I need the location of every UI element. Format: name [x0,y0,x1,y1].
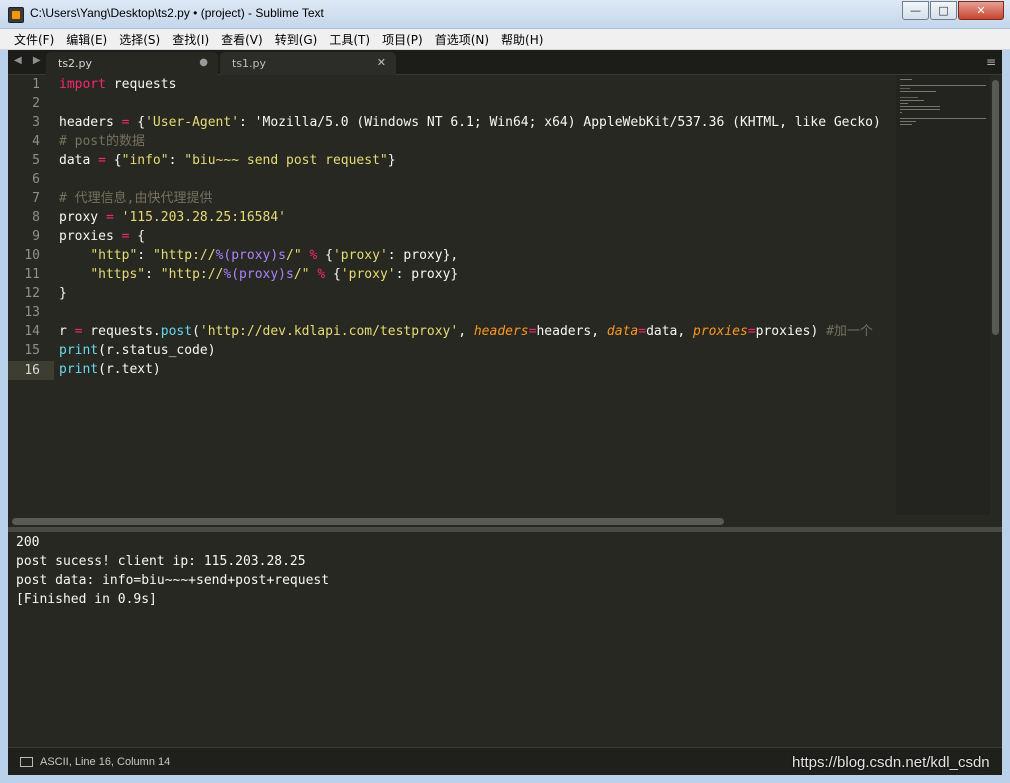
code-line: import requests [59,77,177,92]
code-line: # 代理信息,由快代理提供 [59,191,213,206]
code-line: print(r.text) [59,362,161,377]
code-line: "http": "http://%(proxy)s/" % {'proxy': … [90,248,459,263]
minimap-line [900,118,986,119]
line-number-gutter: 1 2 3 4 5 6 7 8 9 10 11 12 13 14 15 16 [8,75,54,515]
minimap-line [900,97,918,98]
minimap-line [900,88,910,89]
minimap[interactable] [896,75,990,515]
line-number: 11 [24,267,40,282]
close-button[interactable]: ✕ [958,1,1004,20]
line-number: 14 [24,324,40,339]
line-number: 2 [32,96,40,111]
tab-bar: ◀ ▶ ts2.py ● ts1.py ✕ ≡ [8,50,1002,75]
window-title: C:\Users\Yang\Desktop\ts2.py • (project)… [30,6,324,20]
code-line: proxy = '115.203.28.25:16584' [59,210,286,225]
minimize-button[interactable]: — [902,1,929,20]
line-number: 15 [24,343,40,358]
minimap-line [900,106,940,107]
code-line: r = requests.post('http://dev.kdlapi.com… [59,324,873,339]
code-line: headers = {'User-Agent': 'Mozilla/5.0 (W… [59,115,881,130]
horizontal-scroll-thumb[interactable] [12,518,724,525]
menu-tools[interactable]: 工具(T) [323,31,376,48]
unsaved-dot-icon[interactable]: ● [199,57,208,68]
tab-label: ts1.py [232,57,267,70]
menu-view[interactable]: 查看(V) [215,31,269,48]
line-number: 13 [24,305,40,320]
close-tab-icon[interactable]: ✕ [377,56,386,69]
menu-file[interactable]: 文件(F) [8,31,60,48]
output-line: post sucess! client ip: 115.203.28.25 [16,554,306,569]
output-line: [Finished in 0.9s] [16,592,157,607]
line-number: 1 [32,77,40,92]
code-area[interactable]: import requests headers = {'User-Agent':… [59,75,897,515]
vertical-scroll-thumb[interactable] [992,80,999,335]
vertical-scrollbar[interactable] [990,75,1002,515]
code-line: proxies = { [59,229,146,244]
minimap-line [900,109,940,110]
code-line: data = {"info": "biu~~~ send post reques… [59,153,396,168]
status-text: ASCII, Line 16, Column 14 [40,756,171,768]
line-number: 12 [24,286,40,301]
watermark: https://blog.csdn.net/kdl_csdn [792,754,990,771]
minimap-line [900,91,936,92]
output-line: post data: info=biu~~~+send+post+request [16,573,330,588]
minimap-line [900,112,902,113]
menu-selection[interactable]: 选择(S) [113,31,166,48]
line-number: 7 [32,191,40,206]
maximize-button[interactable]: □ [930,1,957,20]
menu-project[interactable]: 项目(P) [376,31,429,48]
menu-preferences[interactable]: 首选项(N) [429,31,495,48]
line-number: 5 [32,153,40,168]
menu-find[interactable]: 查找(I) [166,31,215,48]
code-line: # post的数据 [59,134,145,149]
code-line: } [59,286,67,301]
minimap-line [900,85,986,86]
minimap-line [900,124,912,125]
code-line: print(r.status_code) [59,343,216,358]
line-number: 8 [32,210,40,225]
tab-ts2[interactable]: ts2.py ● [46,52,218,75]
output-line: 200 [16,535,40,550]
code-line: "https": "http://%(proxy)s/" % {'proxy':… [90,267,459,282]
tab-nav-arrows-icon[interactable]: ◀ ▶ [14,55,45,66]
minimap-line [900,100,924,101]
code-editor[interactable]: 1 2 3 4 5 6 7 8 9 10 11 12 13 14 15 16 i… [8,75,1002,515]
menu-help[interactable]: 帮助(H) [495,31,549,48]
line-number: 9 [32,229,40,244]
build-output-panel[interactable]: 200 post sucess! client ip: 115.203.28.2… [8,532,1002,747]
window-titlebar[interactable]: C:\Users\Yang\Desktop\ts2.py • (project)… [0,0,1010,29]
horizontal-scrollbar[interactable] [8,515,1002,527]
panel-toggle-icon[interactable] [20,757,33,767]
tab-ts1[interactable]: ts1.py ✕ [220,52,396,75]
sublime-window: ◀ ▶ ts2.py ● ts1.py ✕ ≡ 1 2 3 4 5 6 7 8 … [8,50,1002,775]
line-number: 4 [32,134,40,149]
menu-edit[interactable]: 编辑(E) [60,31,113,48]
line-number-current: 16 [24,363,40,378]
tab-label: ts2.py [58,57,93,70]
window-controls: — □ ✕ [901,1,1004,20]
line-number: 10 [24,248,40,263]
minimap-line [900,103,908,104]
line-number: 6 [32,172,40,187]
line-number: 3 [32,115,40,130]
menu-bar: 文件(F) 编辑(E) 选择(S) 查找(I) 查看(V) 转到(G) 工具(T… [0,29,1010,50]
minimap-line [900,121,916,122]
menu-goto[interactable]: 转到(G) [269,31,324,48]
tab-menu-icon[interactable]: ≡ [986,55,996,69]
minimap-line [900,79,912,80]
sublime-app-icon [8,7,24,23]
